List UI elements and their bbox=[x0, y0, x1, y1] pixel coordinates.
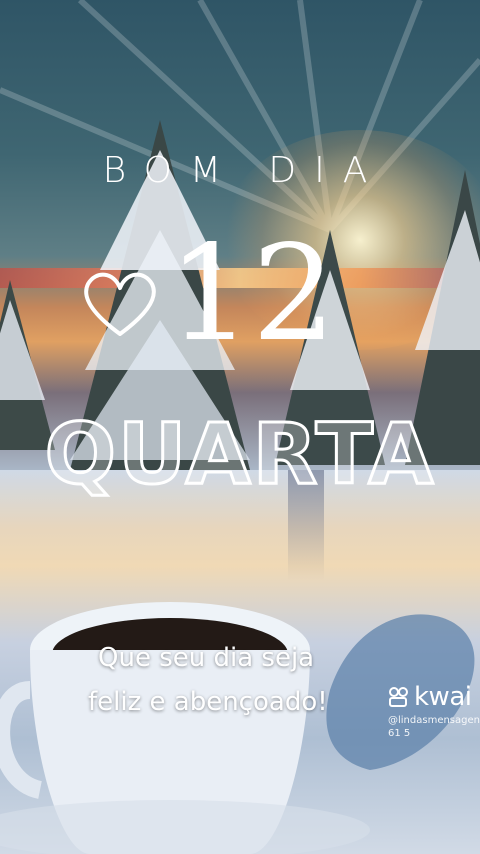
weekday-title: QUARTA bbox=[43, 404, 436, 505]
day-number: 12 bbox=[168, 217, 336, 371]
kwai-logo-icon bbox=[389, 687, 408, 707]
kwai-logo: kwai bbox=[388, 682, 480, 712]
kwai-brand: kwai bbox=[414, 682, 472, 712]
kwai-handle: @lindasmensagen61 5 bbox=[388, 715, 480, 739]
greeting-message: Que seu dia seja feliz e abençoado! bbox=[80, 636, 390, 724]
kwai-watermark: kwai @lindasmensagen61 5 bbox=[388, 682, 480, 740]
message-line-2: feliz e abençoado! bbox=[88, 687, 328, 717]
heart-outline-icon bbox=[84, 272, 156, 336]
greeting-title: BOM DIA bbox=[102, 150, 386, 191]
message-line-1: Que seu dia seja bbox=[98, 643, 315, 673]
